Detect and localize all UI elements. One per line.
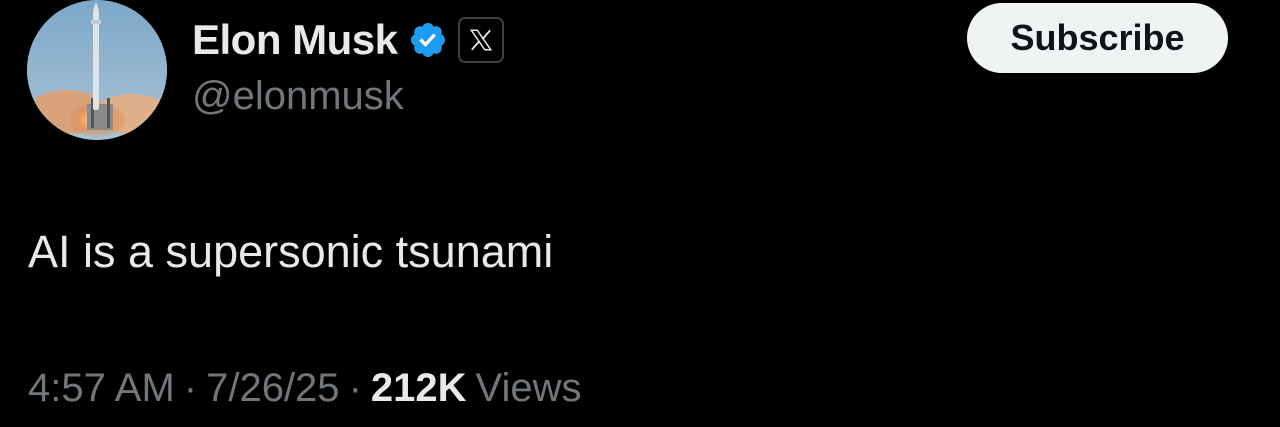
display-name[interactable]: Elon Musk [192,16,398,64]
views-count[interactable]: 212K [371,366,467,411]
x-logo-icon[interactable] [457,17,504,63]
tweet-meta: 4:57 AM · 7/26/25 · 212K Views [28,366,582,411]
tweet-text: AI is a supersonic tsunami [28,226,554,277]
meta-separator: · [348,366,362,410]
views-label[interactable]: Views [476,366,582,411]
rocket-launch-image [27,0,167,140]
meta-separator: · [183,366,198,410]
author-handle[interactable]: @elonmusk [192,74,404,119]
author-name-row: Elon Musk [192,12,504,68]
avatar[interactable] [27,0,167,140]
verified-badge-icon[interactable] [408,20,448,60]
tweet-date[interactable]: 7/26/25 [206,366,339,411]
tweet-time[interactable]: 4:57 AM [28,366,175,411]
subscribe-button[interactable]: Subscribe [967,3,1228,73]
